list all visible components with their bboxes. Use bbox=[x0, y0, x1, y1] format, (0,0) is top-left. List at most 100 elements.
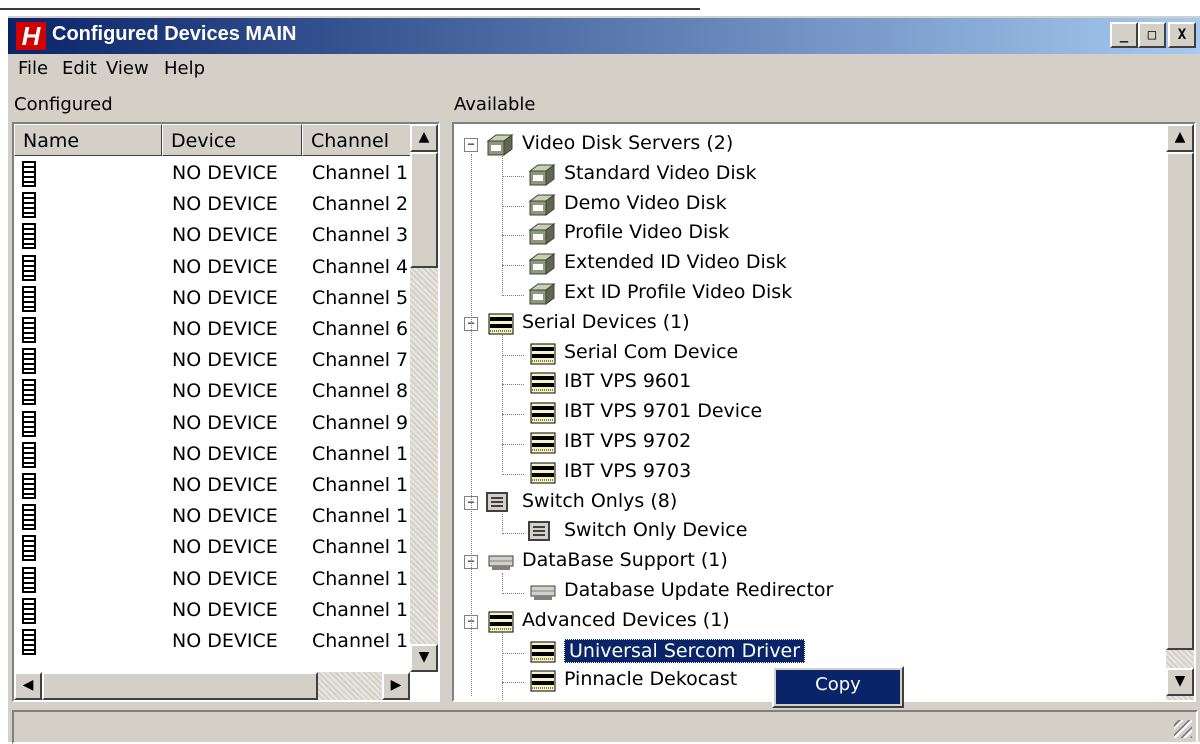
maximize-button[interactable]: □ bbox=[1138, 22, 1166, 48]
tree-scroll-down-button[interactable]: ▼ bbox=[1166, 668, 1194, 696]
row-device: NO DEVICE bbox=[172, 255, 278, 278]
context-menu: Copy bbox=[772, 666, 904, 708]
scroll-thumb[interactable] bbox=[410, 152, 438, 268]
database-icon bbox=[488, 555, 514, 571]
device-connector-icon[interactable] bbox=[22, 566, 36, 593]
tree-item-label[interactable]: IBT VPS 9701 Device bbox=[564, 400, 762, 422]
tree-connector-line bbox=[502, 235, 524, 237]
scroll-down-button[interactable]: ▼ bbox=[410, 644, 438, 672]
device-connector-icon[interactable] bbox=[22, 223, 36, 250]
device-connector-icon[interactable] bbox=[22, 348, 36, 375]
background-divider bbox=[0, 8, 700, 10]
row-device: NO DEVICE bbox=[172, 536, 278, 559]
configured-list[interactable]: Name Device Channel NO DEVICE Channel 1 NO… bbox=[12, 122, 440, 702]
tree-item-label[interactable]: Switch Only Device bbox=[564, 519, 747, 541]
available-vertical-scrollbar[interactable]: ▲ ▼ bbox=[1166, 124, 1194, 700]
row-device: NO DEVICE bbox=[172, 505, 278, 528]
tree-connector-line bbox=[502, 414, 524, 416]
menu-help[interactable]: Help bbox=[164, 58, 205, 79]
device-connector-icon[interactable] bbox=[22, 535, 36, 562]
tree-connector-line bbox=[502, 473, 524, 475]
tree-branch-line bbox=[502, 632, 503, 700]
tree-group-label[interactable]: Video Disk Servers (2) bbox=[522, 132, 733, 154]
menu-view[interactable]: View bbox=[106, 58, 149, 79]
tree-connector-line bbox=[502, 533, 524, 535]
scroll-up-button[interactable]: ▲ bbox=[410, 124, 438, 152]
tree-group-label[interactable]: DataBase Support (1) bbox=[522, 549, 728, 571]
row-channel: Channel 1 bbox=[312, 505, 409, 528]
device-connector-icon[interactable] bbox=[22, 317, 36, 343]
row-device: NO DEVICE bbox=[172, 349, 278, 372]
tree-root-line bbox=[471, 154, 472, 697]
tree-group-label[interactable]: Advanced Devices (1) bbox=[522, 609, 730, 631]
context-menu-copy[interactable]: Copy bbox=[776, 670, 900, 704]
tree-item-label[interactable]: IBT VPS 9601 bbox=[564, 370, 691, 392]
column-header-device[interactable]: Device bbox=[162, 124, 302, 156]
device-connector-icon[interactable] bbox=[22, 504, 36, 531]
device-connector-icon[interactable] bbox=[22, 629, 36, 655]
serial-device-icon bbox=[530, 641, 556, 663]
tree-scroll-thumb[interactable] bbox=[1166, 152, 1194, 650]
tree-item-label[interactable]: Universal Sercom Driver bbox=[564, 638, 806, 663]
scroll-right-button[interactable]: ▶ bbox=[382, 672, 410, 700]
device-connector-icon[interactable] bbox=[22, 161, 36, 187]
row-device: NO DEVICE bbox=[172, 567, 278, 590]
device-connector-icon[interactable] bbox=[22, 192, 36, 219]
tree-connector-line bbox=[502, 175, 524, 177]
tree-group-label[interactable]: Serial Devices (1) bbox=[522, 311, 690, 333]
tree-item-label[interactable]: Ext ID Profile Video Disk bbox=[564, 281, 792, 303]
tree-item-label[interactable]: Pinnacle Dekocast bbox=[564, 668, 737, 690]
title-bar[interactable]: H Configured Devices MAIN _ □ X bbox=[8, 18, 1200, 54]
tree-item-label[interactable]: Serial Com Device bbox=[564, 341, 738, 363]
serial-device-icon bbox=[530, 343, 556, 365]
configured-vertical-scrollbar[interactable]: ▲ ▼ bbox=[410, 124, 438, 672]
row-channel: Channel 1 bbox=[312, 536, 409, 559]
scroll-left-button[interactable]: ◀ bbox=[14, 672, 42, 700]
device-connector-icon[interactable] bbox=[22, 441, 36, 468]
horizontal-scroll-thumb[interactable] bbox=[42, 672, 318, 700]
tree-item-label[interactable]: Demo Video Disk bbox=[564, 192, 727, 214]
serial-device-icon bbox=[530, 670, 556, 692]
resize-grip-icon[interactable] bbox=[1174, 720, 1192, 738]
video-disk-icon bbox=[486, 134, 514, 156]
tree-connector-line bbox=[502, 295, 524, 296]
row-device: NO DEVICE bbox=[172, 411, 278, 434]
tree-item-label[interactable]: IBT VPS 9702 bbox=[564, 430, 691, 452]
close-button[interactable]: X bbox=[1168, 22, 1196, 48]
column-header-channel[interactable]: Channel bbox=[302, 124, 412, 156]
tree-collapse-toggle[interactable]: − bbox=[464, 138, 478, 152]
background-window-strip bbox=[0, 0, 1200, 14]
menu-edit[interactable]: Edit bbox=[62, 58, 97, 79]
tree-connector-line bbox=[502, 384, 524, 386]
tree-item-label[interactable]: Profile Video Disk bbox=[564, 221, 729, 243]
tree-item-label[interactable]: Extended ID Video Disk bbox=[564, 251, 787, 273]
serial-device-icon bbox=[528, 699, 558, 702]
status-bar bbox=[12, 710, 1198, 744]
minimize-button[interactable]: _ bbox=[1110, 22, 1138, 48]
row-channel: Channel 1 bbox=[312, 567, 409, 590]
menu-bar: File Edit View Help bbox=[8, 56, 1200, 86]
tree-connector-line bbox=[502, 354, 524, 356]
row-channel: Channel 8 bbox=[312, 380, 409, 403]
device-connector-icon[interactable] bbox=[22, 254, 36, 281]
row-device: NO DEVICE bbox=[172, 474, 278, 496]
tree-group-label[interactable]: Switch Onlys (8) bbox=[522, 490, 677, 512]
tree-item-label[interactable]: Database Update Redirector bbox=[564, 579, 833, 601]
available-tree[interactable]: − Video Disk Servers (2) Standard Video Di… bbox=[452, 122, 1196, 702]
tree-scroll-up-button[interactable]: ▲ bbox=[1166, 124, 1194, 152]
row-channel: Channel 5 bbox=[312, 286, 409, 309]
device-connector-icon[interactable] bbox=[22, 597, 36, 624]
device-connector-icon[interactable] bbox=[22, 379, 36, 406]
tree-connector-line bbox=[502, 652, 524, 654]
configured-horizontal-scrollbar[interactable]: ◀ ▶ bbox=[14, 672, 410, 700]
row-device: NO DEVICE bbox=[172, 286, 278, 309]
column-header-name[interactable]: Name bbox=[14, 124, 162, 156]
device-connector-icon[interactable] bbox=[22, 473, 36, 499]
video-disk-icon bbox=[528, 253, 556, 276]
device-connector-icon[interactable] bbox=[22, 410, 36, 437]
device-connector-icon[interactable] bbox=[22, 285, 36, 312]
menu-file[interactable]: File bbox=[18, 58, 48, 79]
row-channel: Channel 3 bbox=[312, 224, 409, 247]
tree-item-label[interactable]: IBT VPS 9703 bbox=[564, 460, 691, 482]
tree-item-label[interactable]: Standard Video Disk bbox=[564, 162, 757, 184]
